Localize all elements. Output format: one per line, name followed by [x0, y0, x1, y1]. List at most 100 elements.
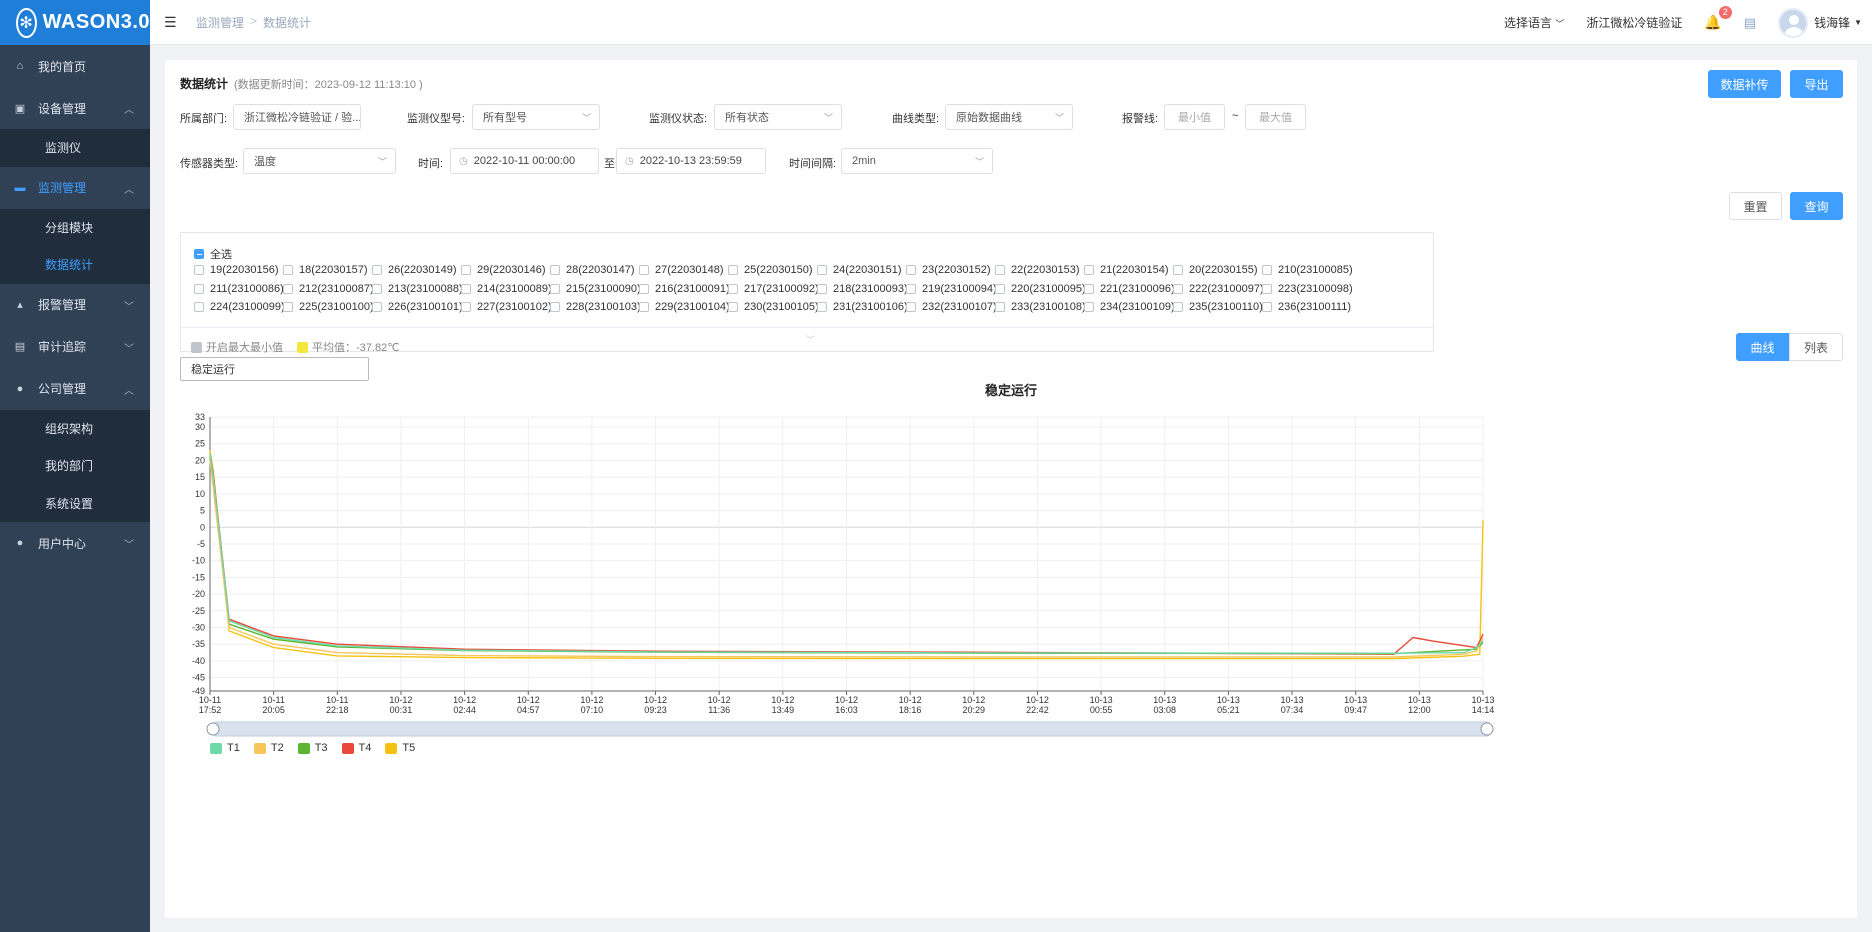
- x-tick-label: 10-12: [962, 695, 985, 705]
- chart-legend: T1 T2 T3 T4 T5: [210, 742, 415, 754]
- chevron-up-icon: ︿: [124, 385, 134, 397]
- legend-label: T1: [227, 742, 240, 754]
- breadcrumb: 监测管理 > 数据统计: [196, 14, 311, 31]
- sidebar-subitem-monitor[interactable]: 监测仪: [0, 129, 150, 167]
- x-tick-label: 04:57: [517, 705, 540, 715]
- zoom-slider-handle-left[interactable]: [206, 722, 220, 736]
- x-tick-label: 10-12: [708, 695, 731, 705]
- sidebar-item-alarm-management[interactable]: ▴ 报警管理 ﹀: [0, 284, 150, 326]
- sidebar-item-label: 监测管理: [38, 181, 87, 195]
- chevron-down-icon: ﹀: [124, 343, 134, 355]
- y-tick-label: -20: [192, 589, 205, 599]
- x-tick-label: 03:08: [1153, 705, 1176, 715]
- x-tick-label: 18:16: [899, 705, 922, 715]
- breadcrumb-separator: >: [250, 13, 258, 28]
- language-label: 选择语言: [1503, 16, 1552, 30]
- y-tick-label: -5: [197, 539, 205, 549]
- user-menu[interactable]: 钱海锋 ▼: [1778, 7, 1862, 38]
- notification-badge: 2: [1718, 6, 1732, 19]
- x-tick-label: 16:03: [835, 705, 858, 715]
- legend-item-T1[interactable]: T1: [210, 742, 240, 754]
- home-icon: ⌂: [16, 60, 24, 72]
- x-tick-label: 10-13: [1090, 695, 1113, 705]
- breadcrumb-item[interactable]: 监测管理: [196, 14, 244, 31]
- legend-swatch: [253, 742, 266, 754]
- x-tick-label: 22:42: [1026, 705, 1049, 715]
- sidebar-subitem-data-statistics[interactable]: 数据统计: [0, 246, 150, 284]
- x-tick-label: 10-13: [1153, 695, 1176, 705]
- y-tick-label: 20: [195, 455, 205, 465]
- sidebar-menu: ⌂ 我的首页 ▣ 设备管理 ︿ 监测仪 ▬ 监测管理 ︿ 分组模块 数据统计 ▴…: [0, 45, 150, 564]
- snowflake-icon: ✻: [16, 7, 37, 38]
- legend-item-T2[interactable]: T2: [253, 742, 284, 754]
- legend-item-T4[interactable]: T4: [341, 742, 372, 754]
- sidebar-item-user-center[interactable]: ● 用户中心 ﹀: [0, 522, 150, 564]
- x-tick-label: 02:44: [453, 705, 476, 715]
- x-tick-label: 10-12: [1026, 695, 1049, 705]
- chevron-down-icon: ﹀: [124, 301, 134, 313]
- chevron-up-icon: ︿: [124, 105, 134, 116]
- sidebar-subitem-group-module[interactable]: 分组模块: [0, 209, 150, 247]
- y-tick-label: 33: [195, 412, 205, 422]
- x-tick-label: 09:23: [644, 705, 667, 715]
- caret-down-icon: ▼: [1854, 18, 1862, 27]
- x-tick-label: 07:34: [1281, 705, 1304, 715]
- sidebar-subitem-org-structure[interactable]: 组织架构: [0, 410, 150, 448]
- sidebar-item-label: 公司管理: [38, 382, 87, 396]
- x-tick-label: 10-12: [899, 695, 922, 705]
- x-tick-label: 10-12: [580, 695, 603, 705]
- sidebar-subitem-system-settings[interactable]: 系统设置: [0, 485, 150, 523]
- legend-label: T3: [314, 742, 328, 754]
- submenu-company: 组织架构 我的部门 系统设置: [0, 409, 150, 523]
- y-tick-label: -45: [192, 673, 205, 683]
- y-tick-label: -40: [192, 656, 205, 666]
- hamburger-icon[interactable]: ☰: [164, 14, 178, 31]
- legend-swatch: [385, 742, 398, 754]
- x-tick-label: 20:05: [262, 705, 285, 715]
- y-tick-label: 30: [195, 422, 205, 432]
- chevron-down-icon: ﹀: [1555, 19, 1565, 29]
- x-tick-label: 20:29: [963, 705, 986, 715]
- logo[interactable]: ✻ WASON3.0: [0, 0, 150, 45]
- audit-icon: ▤: [14, 341, 26, 353]
- topbar-right: 选择语言 ﹀ 浙江微松冷链验证 🔔 2 ▤ 钱海锋 ▼: [1504, 0, 1862, 45]
- x-tick-label: 17:52: [199, 705, 222, 715]
- y-tick-label: 15: [195, 472, 205, 482]
- zoom-slider-handle-right[interactable]: [1480, 722, 1494, 736]
- x-tick-label: 10-12: [835, 695, 858, 705]
- sidebar-item-home[interactable]: ⌂ 我的首页: [0, 45, 150, 87]
- y-tick-label: -10: [192, 556, 205, 566]
- x-tick-label: 10-13: [1408, 695, 1431, 705]
- sidebar-item-audit-trail[interactable]: ▤ 审计追踪 ﹀: [0, 326, 150, 368]
- legend-label: T2: [270, 742, 284, 754]
- x-tick-label: 10-13: [1281, 695, 1304, 705]
- legend-item-T3[interactable]: T3: [297, 742, 328, 754]
- zoom-slider-track: [212, 721, 1491, 737]
- x-tick-label: 12:00: [1408, 705, 1431, 715]
- submenu-device: 监测仪: [0, 129, 150, 167]
- bell-icon[interactable]: 🔔 2: [1704, 6, 1732, 31]
- x-tick-label: 10-12: [771, 695, 794, 705]
- message-icon[interactable]: ▤: [1744, 15, 1756, 31]
- sidebar-item-device-management[interactable]: ▣ 设备管理 ︿: [0, 87, 150, 129]
- legend-item-T5[interactable]: T5: [385, 742, 415, 754]
- breadcrumb-item: 数据统计: [263, 15, 312, 30]
- legend-label: T5: [402, 742, 416, 754]
- sidebar-item-company-management[interactable]: ● 公司管理 ︿: [0, 368, 150, 410]
- company-name: 浙江微松冷链验证: [1586, 16, 1683, 30]
- language-selector[interactable]: 选择语言 ﹀: [1504, 14, 1564, 31]
- logo-text: WASON3.0: [42, 11, 150, 33]
- sidebar-item-label: 我的首页: [38, 59, 87, 74]
- x-tick-label: 10-13: [1217, 695, 1240, 705]
- x-tick-label: 10-12: [644, 695, 667, 705]
- topbar: ☰ 监测管理 > 数据统计 选择语言 ﹀ 浙江微松冷链验证 🔔 2 ▤ 钱海锋 ▼: [150, 0, 1872, 45]
- chevron-down-icon: ﹀: [124, 540, 134, 551]
- y-tick-label: -30: [192, 623, 205, 633]
- legend-swatch: [210, 742, 222, 754]
- sidebar-item-monitoring-management[interactable]: ▬ 监测管理 ︿: [0, 167, 150, 209]
- sidebar-subitem-my-department[interactable]: 我的部门: [0, 447, 150, 485]
- avatar: [1778, 7, 1809, 38]
- legend-label: T4: [358, 742, 372, 754]
- x-tick-label: 07:10: [581, 705, 604, 715]
- x-tick-label: 22:18: [326, 705, 349, 715]
